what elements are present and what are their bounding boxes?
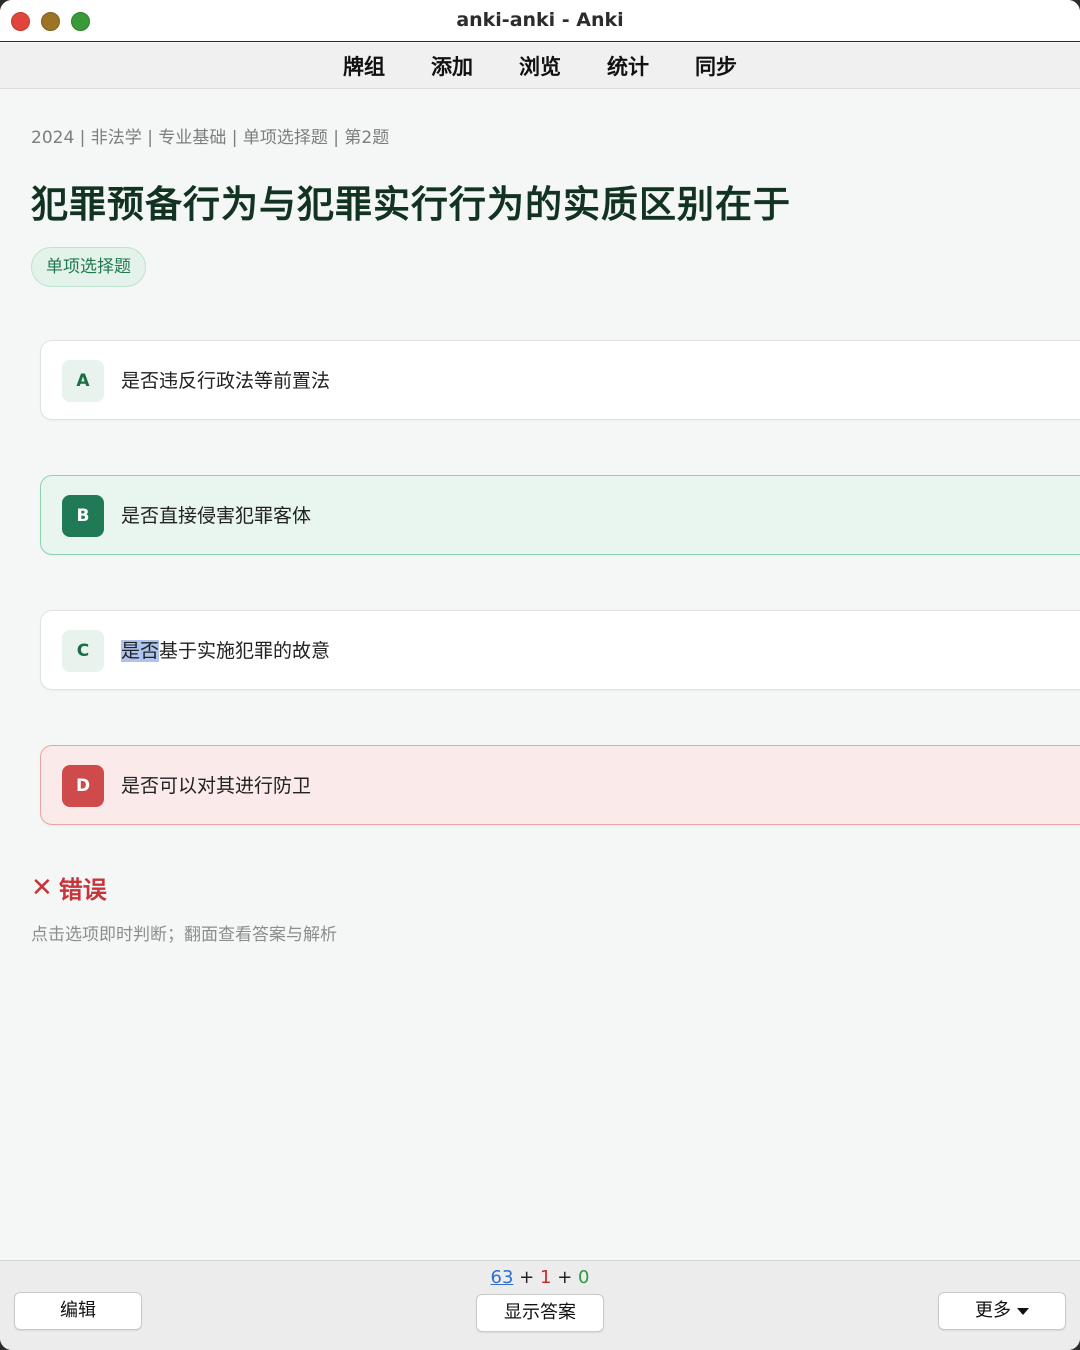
- option-text: 是否可以对其进行防卫: [121, 775, 312, 797]
- plus-separator: +: [557, 1267, 573, 1288]
- option-d[interactable]: D 是否可以对其进行防卫: [40, 745, 1080, 825]
- option-b[interactable]: B 是否直接侵害犯罪客体: [40, 475, 1080, 555]
- option-letter: B: [62, 495, 104, 537]
- hint-text: 点击选项即时判断；翻面查看答案与解析: [31, 925, 337, 945]
- more-label: 更多: [975, 1300, 1011, 1321]
- bottom-bar: 63 + 1 + 0 编辑 显示答案 更多: [0, 1260, 1080, 1350]
- option-letter: A: [62, 360, 104, 402]
- breadcrumb: 2024 | 非法学 | 专业基础 | 单项选择题 | 第2题: [31, 128, 390, 148]
- title-bar: anki-anki - Anki: [0, 0, 1080, 42]
- more-button[interactable]: 更多: [938, 1292, 1066, 1330]
- option-text: 是否违反行政法等前置法: [121, 370, 331, 392]
- option-text: 是否直接侵害犯罪客体: [121, 505, 312, 527]
- review-count: 0: [578, 1267, 590, 1288]
- result-indicator: ✕ 错误: [31, 870, 107, 905]
- option-c[interactable]: C 是否基于实施犯罪的故意: [40, 610, 1080, 690]
- window-title: anki-anki - Anki: [456, 9, 624, 31]
- new-count[interactable]: 63: [491, 1267, 514, 1288]
- question-type-badge: 单项选择题: [31, 247, 146, 287]
- edit-button[interactable]: 编辑: [14, 1292, 142, 1330]
- option-letter: D: [62, 765, 104, 807]
- top-menu: 牌组 添加 浏览 统计 同步: [0, 43, 1080, 89]
- cross-icon: ✕: [31, 872, 53, 903]
- result-text: 错误: [58, 876, 107, 904]
- option-text: 是否基于实施犯罪的故意: [121, 636, 330, 663]
- anki-window: anki-anki - Anki 牌组 添加 浏览 统计 同步 2024 | 非…: [0, 0, 1080, 1350]
- option-letter: C: [62, 630, 104, 672]
- plus-separator: +: [519, 1267, 535, 1288]
- menu-browse[interactable]: 浏览: [517, 51, 563, 81]
- menu-stats[interactable]: 统计: [605, 51, 651, 81]
- due-counts: 63 + 1 + 0: [0, 1267, 1080, 1288]
- option-text-rest: 基于实施犯罪的故意: [159, 640, 331, 662]
- caret-down-icon: [1017, 1307, 1029, 1315]
- menu-sync[interactable]: 同步: [693, 51, 739, 81]
- menu-add[interactable]: 添加: [429, 51, 475, 81]
- learn-count: 1: [540, 1267, 552, 1288]
- show-answer-button[interactable]: 显示答案: [476, 1294, 604, 1332]
- text-selection: 是否: [121, 640, 160, 662]
- question-title: 犯罪预备行为与犯罪实行行为的实质区别在于: [31, 183, 791, 226]
- menu-decks[interactable]: 牌组: [341, 51, 387, 81]
- option-a[interactable]: A 是否违反行政法等前置法: [40, 340, 1080, 420]
- card-content: 2024 | 非法学 | 专业基础 | 单项选择题 | 第2题 犯罪预备行为与犯…: [0, 90, 1080, 1260]
